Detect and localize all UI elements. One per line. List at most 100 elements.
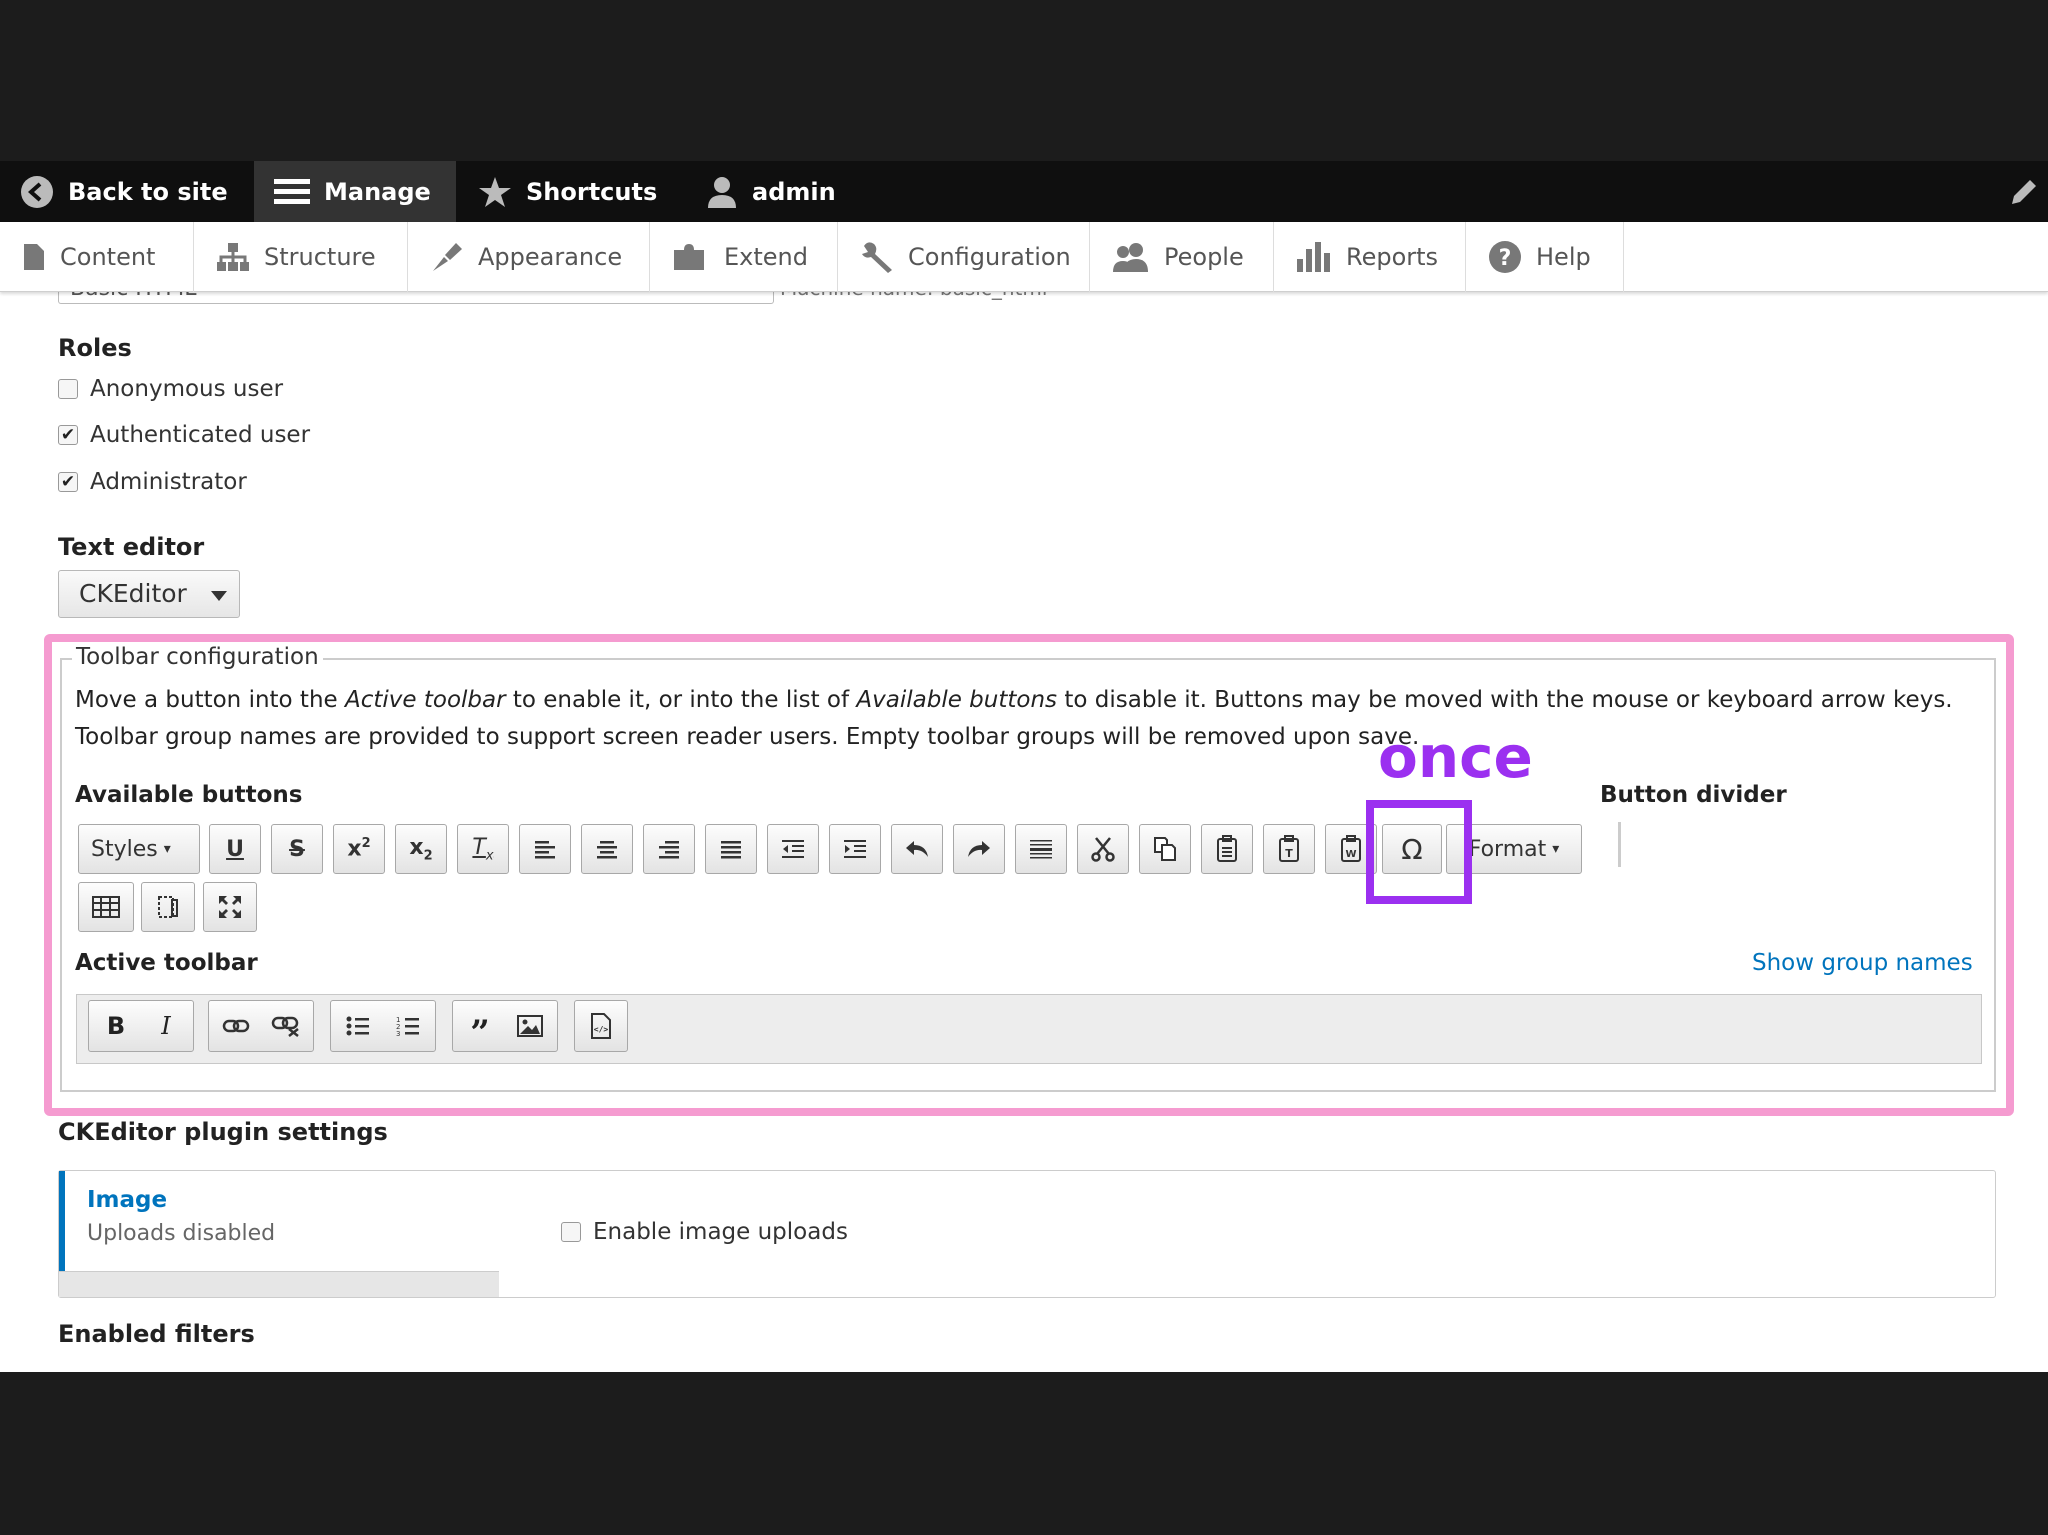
italic-button[interactable]: I [141,1001,191,1051]
authenticated-checkbox[interactable]: ✔ [58,425,78,445]
remove-format-icon: Tx [472,834,494,864]
omega-icon: Ω [1401,832,1423,866]
svg-text:T: T [1285,847,1293,860]
horizontal-line-button[interactable] [1015,824,1067,874]
shortcuts-label: Shortcuts [526,177,658,206]
subscript-icon: x2 [409,834,433,864]
enable-image-uploads-checkbox[interactable] [561,1222,581,1242]
tray-item-people[interactable]: People [1090,222,1274,292]
tray-label-structure: Structure [264,243,376,271]
show-blocks-icon [158,896,178,918]
table-button[interactable] [78,882,134,932]
bulleted-list-button[interactable] [333,1001,383,1051]
back-to-site-label: Back to site [68,177,228,206]
toolbar-group-lists[interactable]: 123 [330,1000,436,1052]
shortcuts-tab[interactable]: Shortcuts [478,161,657,222]
role-authenticated[interactable]: ✔ Authenticated user [58,422,310,448]
unlink-button[interactable] [261,1001,311,1051]
tray-item-extend[interactable]: Extend [650,222,838,292]
tray-item-reports[interactable]: Reports [1274,222,1466,292]
role-administrator[interactable]: ✔ Administrator [58,469,247,495]
tab-title: Image [87,1187,168,1213]
edit-pencil-button[interactable] [2008,161,2048,222]
source-button[interactable]: </> [576,1001,626,1051]
outdent-button[interactable] [767,824,819,874]
plugin-settings-panel: Image Uploads disabled Enable image uplo… [58,1170,1996,1298]
text-editor-value: CKEditor [79,579,187,608]
role-anonymous[interactable]: Anonymous user [58,376,283,402]
remove-format-button[interactable]: Tx [457,824,509,874]
tab-summary: Uploads disabled [87,1221,276,1246]
paintbrush-icon [433,243,462,271]
align-center-icon [597,841,617,859]
help-icon: ? [1489,241,1521,273]
paste-text-icon: T [1279,835,1299,862]
tray-item-appearance[interactable]: Appearance [408,222,650,292]
chevron-down-icon: ▾ [163,841,171,857]
outdent-icon [782,840,804,858]
star-icon [479,176,511,207]
justify-button[interactable] [705,824,757,874]
enabled-filters-heading: Enabled filters [58,1320,255,1348]
paste-button[interactable] [1201,824,1253,874]
document-icon [24,244,44,270]
paste-icon [1217,835,1237,862]
superscript-button[interactable]: x2 [333,824,385,874]
align-center-button[interactable] [581,824,633,874]
active-toolbar-heading: Active toolbar [75,950,258,976]
button-divider-heading: Button divider [1600,782,1787,808]
toolbar-group-tools[interactable]: </> [574,1000,628,1052]
styles-label: Styles [91,836,158,862]
text-editor-select[interactable]: CKEditor [58,570,240,618]
image-button[interactable] [505,1001,555,1051]
enable-image-uploads-row[interactable]: Enable image uploads [561,1219,848,1245]
plugin-settings-heading: CKEditor plugin settings [58,1118,388,1146]
align-left-button[interactable] [519,824,571,874]
button-divider[interactable] [1618,822,1621,867]
numbered-list-button[interactable]: 123 [383,1001,433,1051]
tray-item-content[interactable]: Content [0,222,194,292]
strikethrough-button[interactable]: S [271,824,323,874]
paste-text-button[interactable]: T [1263,824,1315,874]
chevron-down-icon: ▾ [1552,841,1560,857]
italic-icon: I [161,1012,171,1040]
bold-button[interactable]: B [91,1001,141,1051]
administrator-checkbox[interactable]: ✔ [58,472,78,492]
redo-button[interactable] [953,824,1005,874]
styles-button[interactable]: Styles ▾ [78,824,200,874]
copy-button[interactable] [1139,824,1191,874]
manage-tab[interactable]: Manage [254,161,456,222]
cut-button[interactable] [1077,824,1129,874]
maximize-button[interactable] [203,882,257,932]
numbered-list-icon: 123 [396,1016,419,1037]
tray-label-help: Help [1536,243,1591,271]
back-to-site-link[interactable]: Back to site [20,161,228,222]
underline-button[interactable]: U [209,824,261,874]
tray-item-configuration[interactable]: Configuration [838,222,1090,292]
roles-heading: Roles [58,334,132,362]
horizontal-scrollbar[interactable] [59,1271,499,1297]
role-label: Anonymous user [90,376,284,402]
link-button[interactable] [211,1001,261,1051]
format-button[interactable]: Format ▾ [1446,824,1582,874]
tray-item-help[interactable]: ? Help [1466,222,1624,292]
copy-icon [1154,837,1176,861]
show-group-names-link[interactable]: Show group names [1752,950,1973,976]
subscript-button[interactable]: x2 [395,824,447,874]
toolbar-group-linking[interactable] [208,1000,314,1052]
indent-button[interactable] [829,824,881,874]
user-tab[interactable]: admin [706,161,836,222]
vertical-tab-image[interactable]: Image Uploads disabled [59,1171,499,1271]
unlink-icon [271,1016,299,1037]
blockquote-button[interactable]: ” [455,1001,505,1053]
toolbar-group-media[interactable]: ” [452,1000,558,1053]
show-blocks-button[interactable] [141,882,195,932]
paste-word-button[interactable]: W [1325,824,1377,874]
tray-item-structure[interactable]: Structure [194,222,408,292]
anonymous-checkbox[interactable] [58,379,78,399]
align-right-button[interactable] [643,824,695,874]
special-characters-button[interactable]: Ω [1382,824,1442,874]
source-icon: </> [591,1013,611,1039]
undo-button[interactable] [891,824,943,874]
toolbar-group-formatting[interactable]: B I [88,1000,194,1052]
